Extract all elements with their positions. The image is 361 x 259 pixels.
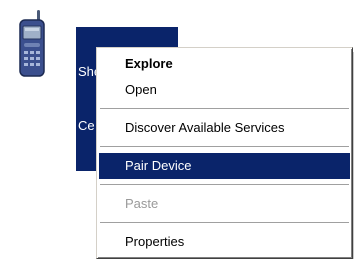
menu-item-discover-services[interactable]: Discover Available Services [99, 115, 350, 141]
menu-item-open[interactable]: Open [99, 77, 350, 103]
menu-item-paste: Paste [125, 196, 159, 211]
menu-item-explore[interactable]: Explore [99, 51, 350, 77]
menu-separator [100, 146, 349, 148]
menu-separator [100, 184, 349, 186]
mobile-phone-icon[interactable] [14, 8, 50, 80]
menu-item-pair-device[interactable]: Pair Device [99, 153, 350, 179]
menu-separator [100, 222, 349, 224]
menu-item-properties[interactable]: Properties [99, 229, 350, 255]
context-menu: Explore Open Discover Available Services… [96, 47, 353, 259]
menu-separator [100, 108, 349, 110]
